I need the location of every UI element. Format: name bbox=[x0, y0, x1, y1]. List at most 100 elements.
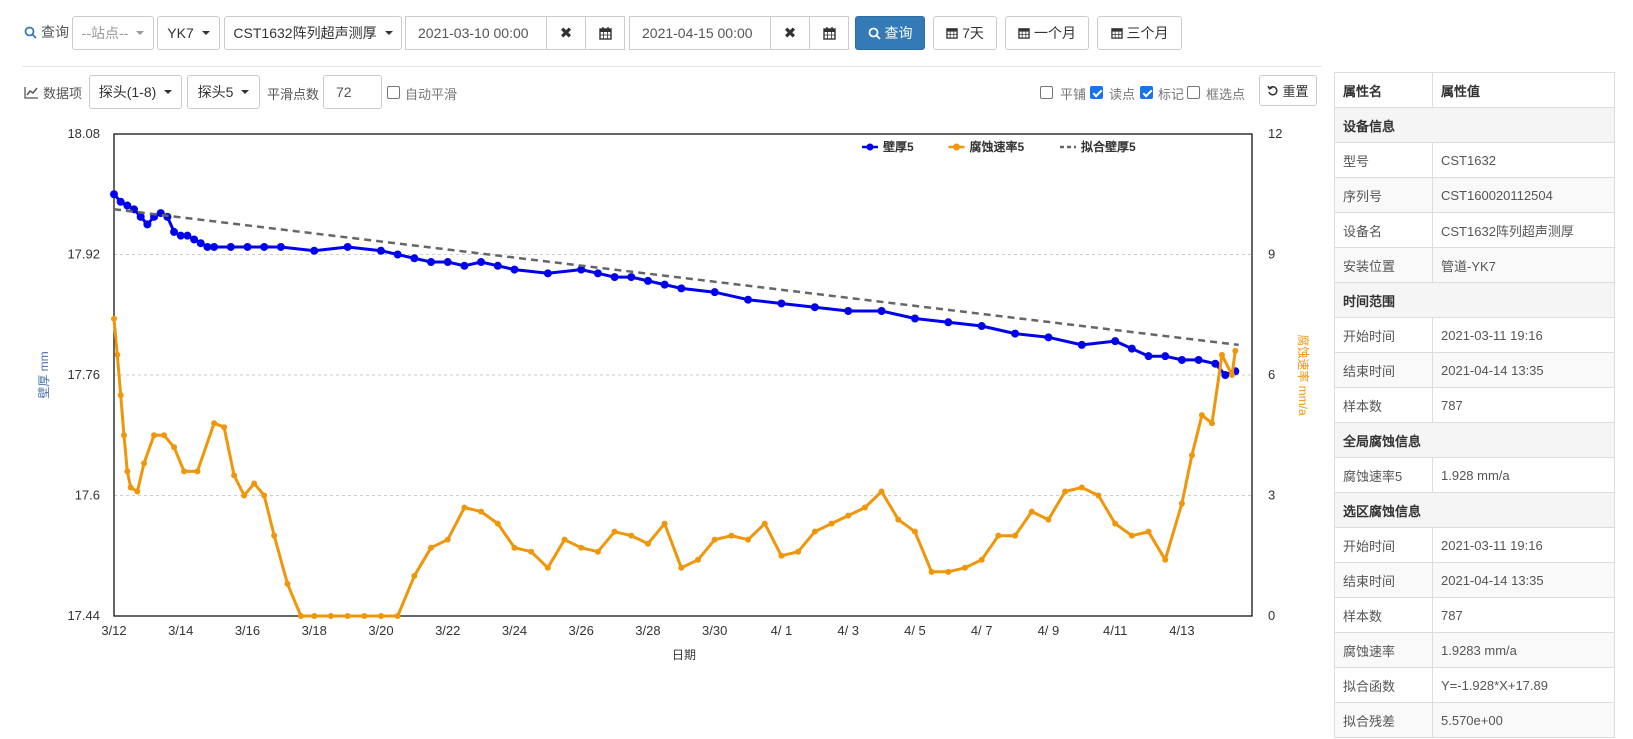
property-row: 样本数 787 bbox=[1334, 597, 1615, 633]
data-point bbox=[710, 288, 719, 297]
data-point bbox=[878, 488, 885, 495]
property-name: 设备名 bbox=[1334, 212, 1433, 248]
data-point bbox=[444, 536, 451, 543]
left-axis-ticks: 18.08 17.92 17.76 17.6 17.44 bbox=[67, 126, 100, 623]
property-value: CST160020112504 bbox=[1432, 177, 1615, 213]
station-select[interactable]: --站点-- bbox=[72, 16, 154, 50]
data-point bbox=[877, 306, 886, 315]
clear-start-date-button[interactable]: ✖ bbox=[546, 16, 586, 50]
property-value: 1.9283 mm/a bbox=[1432, 632, 1615, 668]
data-point bbox=[226, 242, 235, 251]
caret-down-icon bbox=[164, 90, 173, 94]
right-axis-ticks: 12 9 6 3 0 bbox=[1268, 126, 1282, 623]
data-point bbox=[611, 528, 618, 535]
data-point bbox=[361, 613, 368, 619]
search-button[interactable]: 查询 bbox=[855, 16, 925, 50]
start-date-input[interactable]: 2021-03-10 00:00 bbox=[405, 16, 547, 50]
property-name: 型号 bbox=[1334, 142, 1433, 178]
data-point bbox=[411, 572, 418, 579]
section-title: 全局腐蚀信息 bbox=[1334, 422, 1615, 458]
probe-select[interactable]: 探头5 bbox=[187, 75, 260, 109]
y-left-tick-label: 17.76 bbox=[67, 367, 100, 382]
start-calendar-button[interactable] bbox=[585, 16, 625, 50]
property-value: 2021-04-14 13:35 bbox=[1432, 562, 1615, 598]
probe-group-select[interactable]: 探头(1-8) bbox=[89, 75, 182, 109]
data-point bbox=[911, 528, 918, 535]
smooth-points-label: 平滑点数 bbox=[267, 87, 320, 102]
query-label: 查询 bbox=[41, 24, 69, 40]
data-point bbox=[311, 613, 318, 619]
data-point bbox=[511, 544, 518, 551]
property-value: 2021-03-11 19:16 bbox=[1432, 527, 1615, 563]
property-table-header: 属性名 属性值 bbox=[1334, 72, 1615, 108]
read-points-label: 读点 bbox=[1109, 87, 1136, 102]
wall-thickness-chart[interactable]: 18.08 17.92 17.76 17.6 17.44 12 9 6 3 0 3/12 3/14… bbox=[0, 110, 1325, 670]
data-point bbox=[494, 520, 501, 527]
data-point bbox=[895, 516, 902, 523]
device-type-select[interactable]: CST1632阵列超声测厚 bbox=[224, 16, 402, 50]
data-point bbox=[593, 269, 602, 278]
caret-down-icon bbox=[384, 31, 393, 35]
section-title-row: 时间范围 bbox=[1334, 282, 1615, 318]
data-point bbox=[643, 276, 652, 285]
section-title: 选区腐蚀信息 bbox=[1334, 492, 1615, 528]
reset-button[interactable]: 重置 bbox=[1259, 75, 1317, 106]
data-point bbox=[1208, 420, 1215, 427]
data-point bbox=[461, 504, 468, 511]
end-date-input[interactable]: 2021-04-15 00:00 bbox=[629, 16, 771, 50]
data-point bbox=[297, 613, 304, 619]
data-point bbox=[928, 568, 935, 575]
y-left-tick-label: 17.44 bbox=[67, 608, 100, 623]
device-select[interactable]: YK7 bbox=[157, 16, 220, 50]
chart-legend[interactable]: 壁厚5 腐蚀速率5 拟合壁厚5 bbox=[862, 139, 1136, 154]
property-value: 1.928 mm/a bbox=[1432, 457, 1615, 493]
x-tick-label: 4/ 7 bbox=[971, 623, 993, 638]
x-tick-label: 3/18 bbox=[302, 623, 327, 638]
property-row: 开始时间 2021-03-11 19:16 bbox=[1334, 317, 1615, 353]
data-point bbox=[1177, 355, 1186, 364]
property-row: 开始时间 2021-03-11 19:16 bbox=[1334, 527, 1615, 563]
data-point bbox=[1045, 516, 1052, 523]
x-tick-label: 3/26 bbox=[569, 623, 594, 638]
range-1m-button[interactable]: 一个月 bbox=[1005, 16, 1089, 50]
data-point bbox=[151, 432, 158, 439]
data-point bbox=[410, 254, 419, 263]
tile-checkbox[interactable] bbox=[1040, 86, 1053, 99]
box-select-checkbox[interactable] bbox=[1187, 86, 1200, 99]
header-value: 属性值 bbox=[1432, 72, 1615, 108]
range-3m-button[interactable]: 三个月 bbox=[1097, 16, 1182, 50]
property-row: 结束时间 2021-04-14 13:35 bbox=[1334, 352, 1615, 388]
data-point bbox=[695, 556, 702, 563]
data-point bbox=[728, 532, 735, 539]
data-point bbox=[1078, 484, 1085, 491]
read-points-checkbox[interactable] bbox=[1090, 86, 1103, 99]
data-point bbox=[978, 556, 985, 563]
smooth-points-input[interactable]: 72 bbox=[323, 75, 382, 109]
data-point bbox=[327, 613, 334, 619]
x-tick-label: 3/20 bbox=[368, 623, 393, 638]
y-right-tick-label: 0 bbox=[1268, 608, 1275, 623]
data-point bbox=[171, 444, 178, 451]
property-value: 787 bbox=[1432, 597, 1615, 633]
mark-checkbox[interactable] bbox=[1140, 86, 1153, 99]
data-point bbox=[143, 220, 152, 229]
clear-end-date-button[interactable]: ✖ bbox=[770, 16, 810, 50]
data-point bbox=[1012, 532, 1019, 539]
box-select-label: 框选点 bbox=[1206, 87, 1246, 102]
data-point bbox=[1095, 492, 1102, 499]
data-point bbox=[1218, 351, 1225, 358]
data-point bbox=[376, 246, 385, 255]
x-tick-label: 4/11 bbox=[1103, 623, 1127, 638]
data-point bbox=[544, 564, 551, 571]
data-point bbox=[661, 520, 668, 527]
caret-down-icon bbox=[201, 31, 210, 35]
data-point bbox=[660, 280, 669, 289]
data-point bbox=[528, 548, 535, 555]
auto-smooth-checkbox[interactable] bbox=[387, 86, 400, 99]
end-calendar-button[interactable] bbox=[809, 16, 849, 50]
data-point bbox=[828, 520, 835, 527]
range-7d-button[interactable]: 7天 bbox=[933, 16, 997, 50]
data-point bbox=[844, 306, 853, 315]
data-point bbox=[377, 613, 384, 619]
data-point bbox=[1162, 556, 1169, 563]
